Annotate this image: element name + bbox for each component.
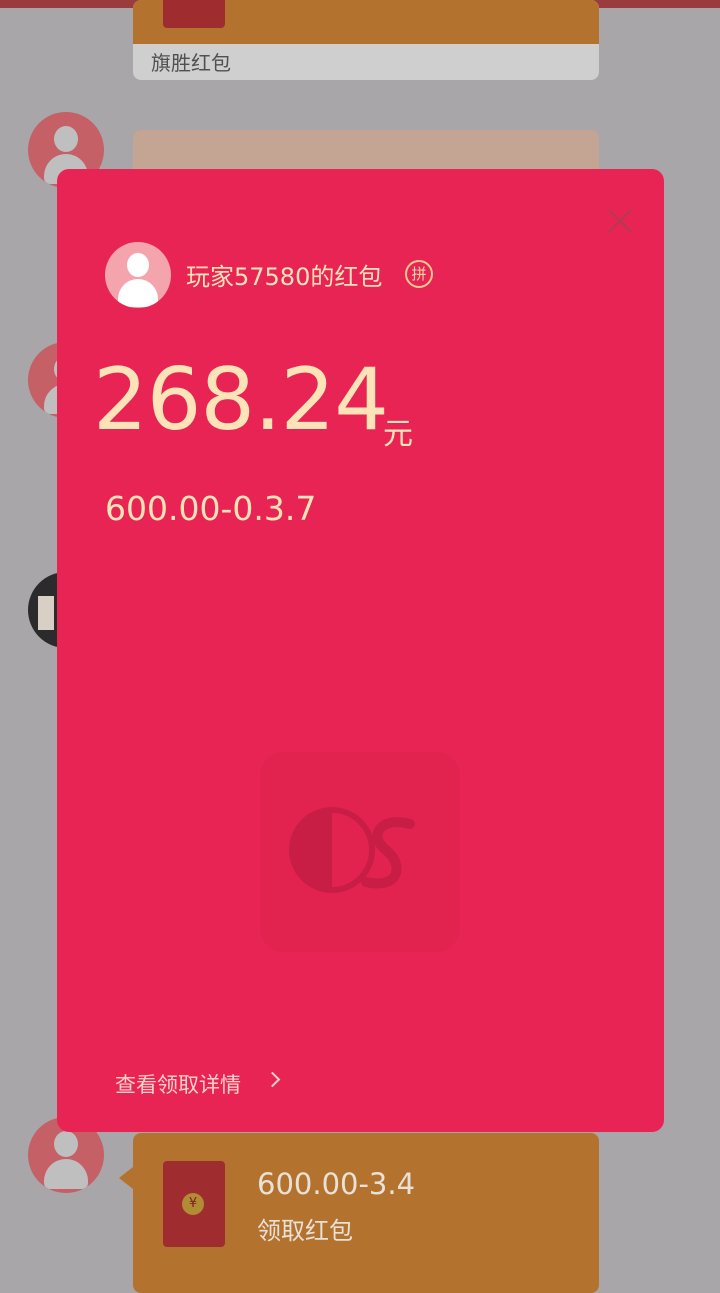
red-packet-amount-text: 600.00-3.4 [257,1167,416,1201]
pin-badge: 拼 [405,260,433,288]
app-logo-watermark [260,752,460,952]
sender-avatar [105,242,171,308]
chevron-right-icon [264,1071,281,1088]
sender-title: 玩家57580的红包 [186,263,383,291]
red-envelope-icon [163,0,225,28]
red-packet-source-label: 旗胜红包 [151,51,231,75]
close-icon[interactable] [606,207,634,235]
red-packet-detail-modal: 玩家57580的红包 拼 268.24 元 600.00-0.3.7 查看领取详… [57,169,664,1132]
red-packet-banner [133,0,599,44]
coin-icon: ¥ [182,1193,204,1215]
amount-unit: 元 [383,417,413,452]
received-amount: 268.24 [93,350,389,450]
view-claim-details-link[interactable]: 查看领取详情 [115,1069,241,1099]
claim-red-packet-text: 领取红包 [257,1217,353,1245]
red-packet-message-top[interactable]: 旗胜红包 [133,0,599,80]
bubble-tail [119,1167,133,1189]
red-packet-message-bottom[interactable]: ¥ 600.00-3.4 领取红包 [133,1133,599,1293]
red-packet-remark: 600.00-0.3.7 [105,489,317,528]
